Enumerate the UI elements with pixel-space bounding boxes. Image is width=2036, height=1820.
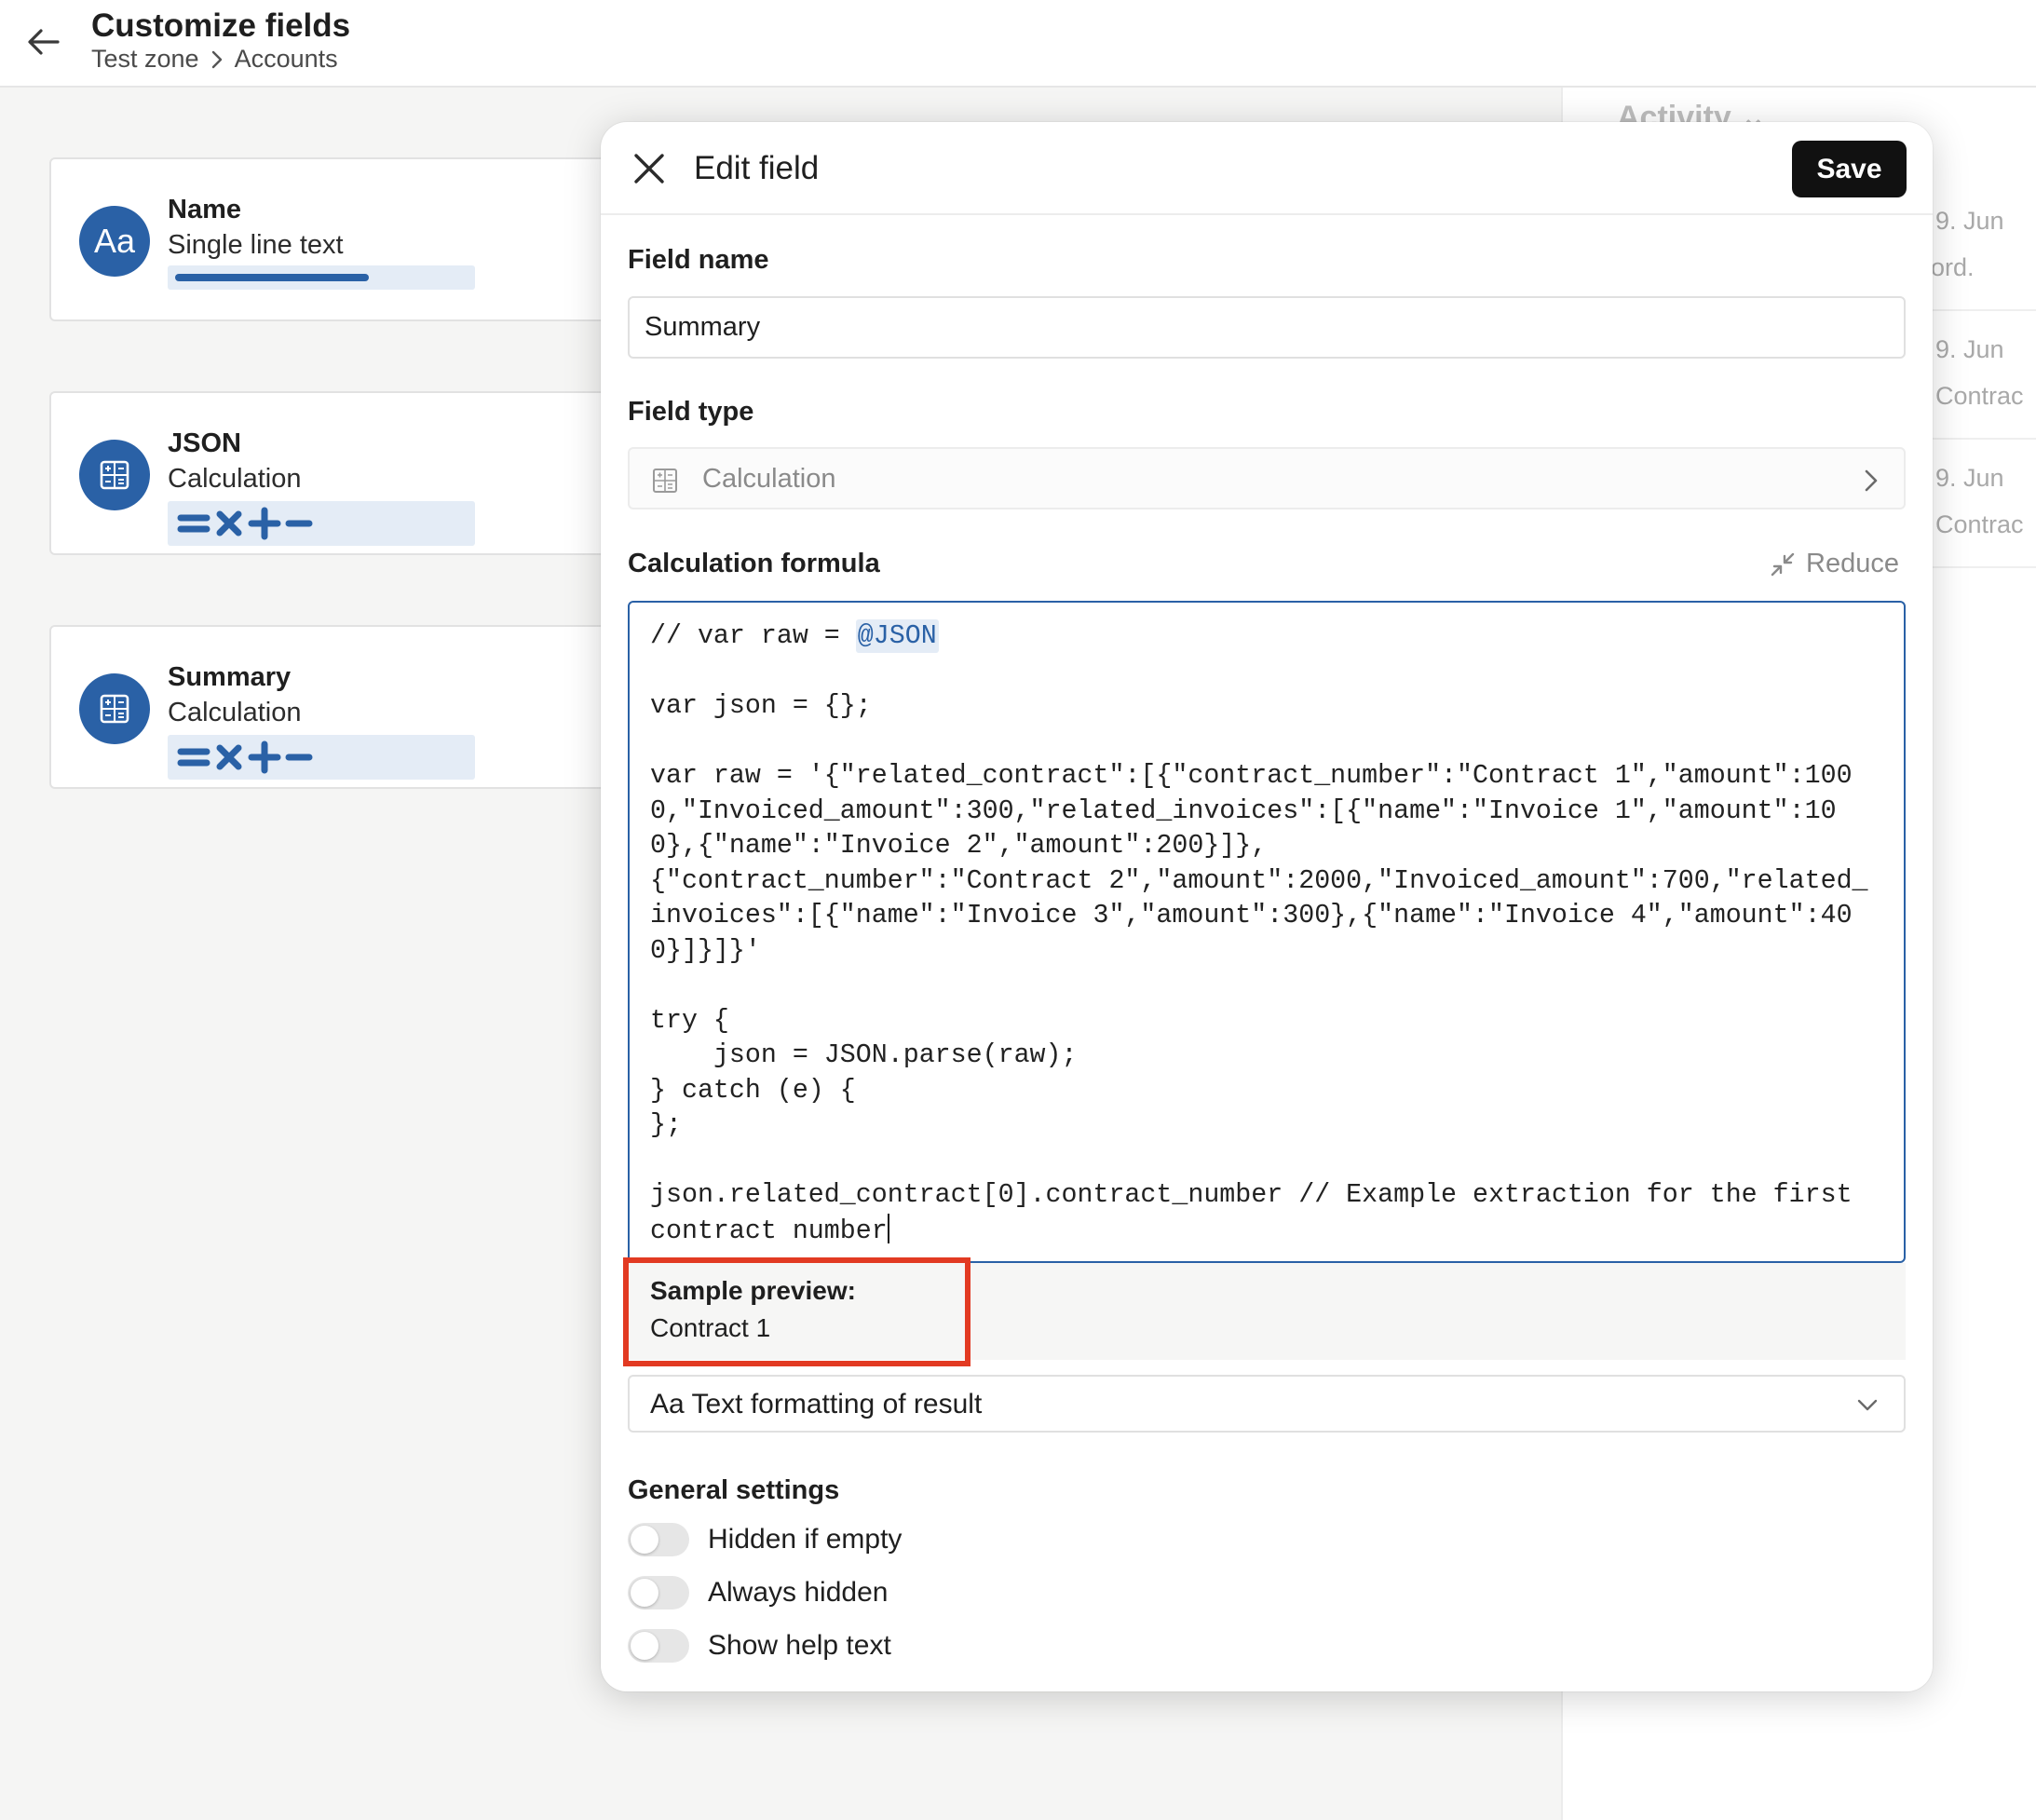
field-card-title: Summary	[168, 662, 292, 692]
field-card-type: Calculation	[168, 464, 302, 494]
text-icon: Aa	[79, 206, 150, 277]
formula-label: Calculation formula	[628, 549, 880, 578]
breadcrumb: Test zone Accounts	[91, 45, 338, 74]
sample-preview: Sample preview: Contract 1	[628, 1263, 1906, 1360]
toggle-hidden-if-empty[interactable]: Hidden if empty	[628, 1521, 902, 1558]
text-preview-bar	[168, 265, 475, 290]
reduce-label: Reduce	[1806, 549, 1899, 578]
field-type-select[interactable]: Calculation	[628, 447, 1906, 509]
activity-text: Contrac	[1935, 382, 2024, 410]
toggle-label: Always hidden	[708, 1577, 889, 1608]
field-card-type: Single line text	[168, 230, 344, 260]
chevron-down-icon	[1857, 1399, 1878, 1411]
general-settings-label: General settings	[628, 1475, 840, 1505]
field-card-title: Name	[168, 195, 241, 224]
field-type-value: Calculation	[702, 464, 836, 494]
field-name-input[interactable]	[628, 296, 1906, 359]
toggle-switch[interactable]	[628, 1629, 689, 1663]
toggle-always-hidden[interactable]: Always hidden	[628, 1574, 888, 1611]
chevron-right-icon	[1865, 469, 1878, 492]
text-cursor	[887, 1213, 889, 1243]
field-reference-token[interactable]: @JSON	[855, 619, 939, 653]
breadcrumb-item-accounts[interactable]: Accounts	[235, 45, 338, 74]
formula-body: var json = {}; var raw = '{"related_cont…	[650, 691, 1868, 1246]
calculator-icon	[79, 673, 150, 744]
math-operators-icon	[177, 507, 313, 540]
calculation-preview-bar	[168, 501, 475, 546]
formula-line-comment: // var raw =	[650, 621, 856, 651]
toggle-switch[interactable]	[628, 1576, 689, 1609]
edit-field-dialog: Edit field Save Field name Field type Ca…	[601, 122, 1933, 1691]
activity-text: Contrac	[1935, 510, 2024, 538]
calculator-icon	[653, 469, 677, 493]
field-card-type: Calculation	[168, 698, 302, 727]
page-title: Customize fields	[91, 7, 351, 44]
top-bar: Customize fields Test zone Accounts	[0, 0, 2036, 88]
dialog-title: Edit field	[694, 150, 820, 186]
sample-preview-title: Sample preview:	[650, 1276, 856, 1305]
toggle-label: Hidden if empty	[708, 1524, 903, 1555]
field-card-title: JSON	[168, 428, 241, 458]
text-formatting-select[interactable]: Aa Text formatting of result	[628, 1375, 1906, 1433]
dialog-header: Edit field Save	[601, 122, 1933, 215]
save-button[interactable]: Save	[1792, 141, 1907, 197]
math-operators-icon	[177, 740, 313, 774]
activity-date: 9. Jun	[1935, 464, 2004, 492]
field-name-label: Field name	[628, 245, 769, 275]
collapse-icon	[1771, 552, 1795, 576]
breadcrumb-item-zone[interactable]: Test zone	[91, 45, 199, 74]
sample-preview-value: Contract 1	[650, 1313, 771, 1342]
toggle-switch[interactable]	[628, 1523, 689, 1556]
back-arrow-icon[interactable]	[22, 20, 65, 63]
toggle-show-help-text[interactable]: Show help text	[628, 1627, 891, 1664]
activity-date: 9. Jun	[1935, 207, 2004, 235]
calculator-icon	[79, 440, 150, 510]
activity-date: 9. Jun	[1935, 335, 2004, 363]
reduce-button[interactable]: Reduce	[1769, 549, 1899, 579]
toggle-label: Show help text	[708, 1630, 891, 1661]
formula-editor[interactable]: // var raw = @JSON var json = {}; var ra…	[628, 601, 1906, 1263]
calculation-preview-bar	[168, 735, 475, 780]
close-icon[interactable]	[629, 148, 670, 189]
field-type-label: Field type	[628, 397, 754, 427]
activity-text: ord.	[1931, 253, 1975, 281]
text-formatting-label: Aa Text formatting of result	[650, 1389, 983, 1419]
chevron-right-icon	[211, 50, 222, 68]
